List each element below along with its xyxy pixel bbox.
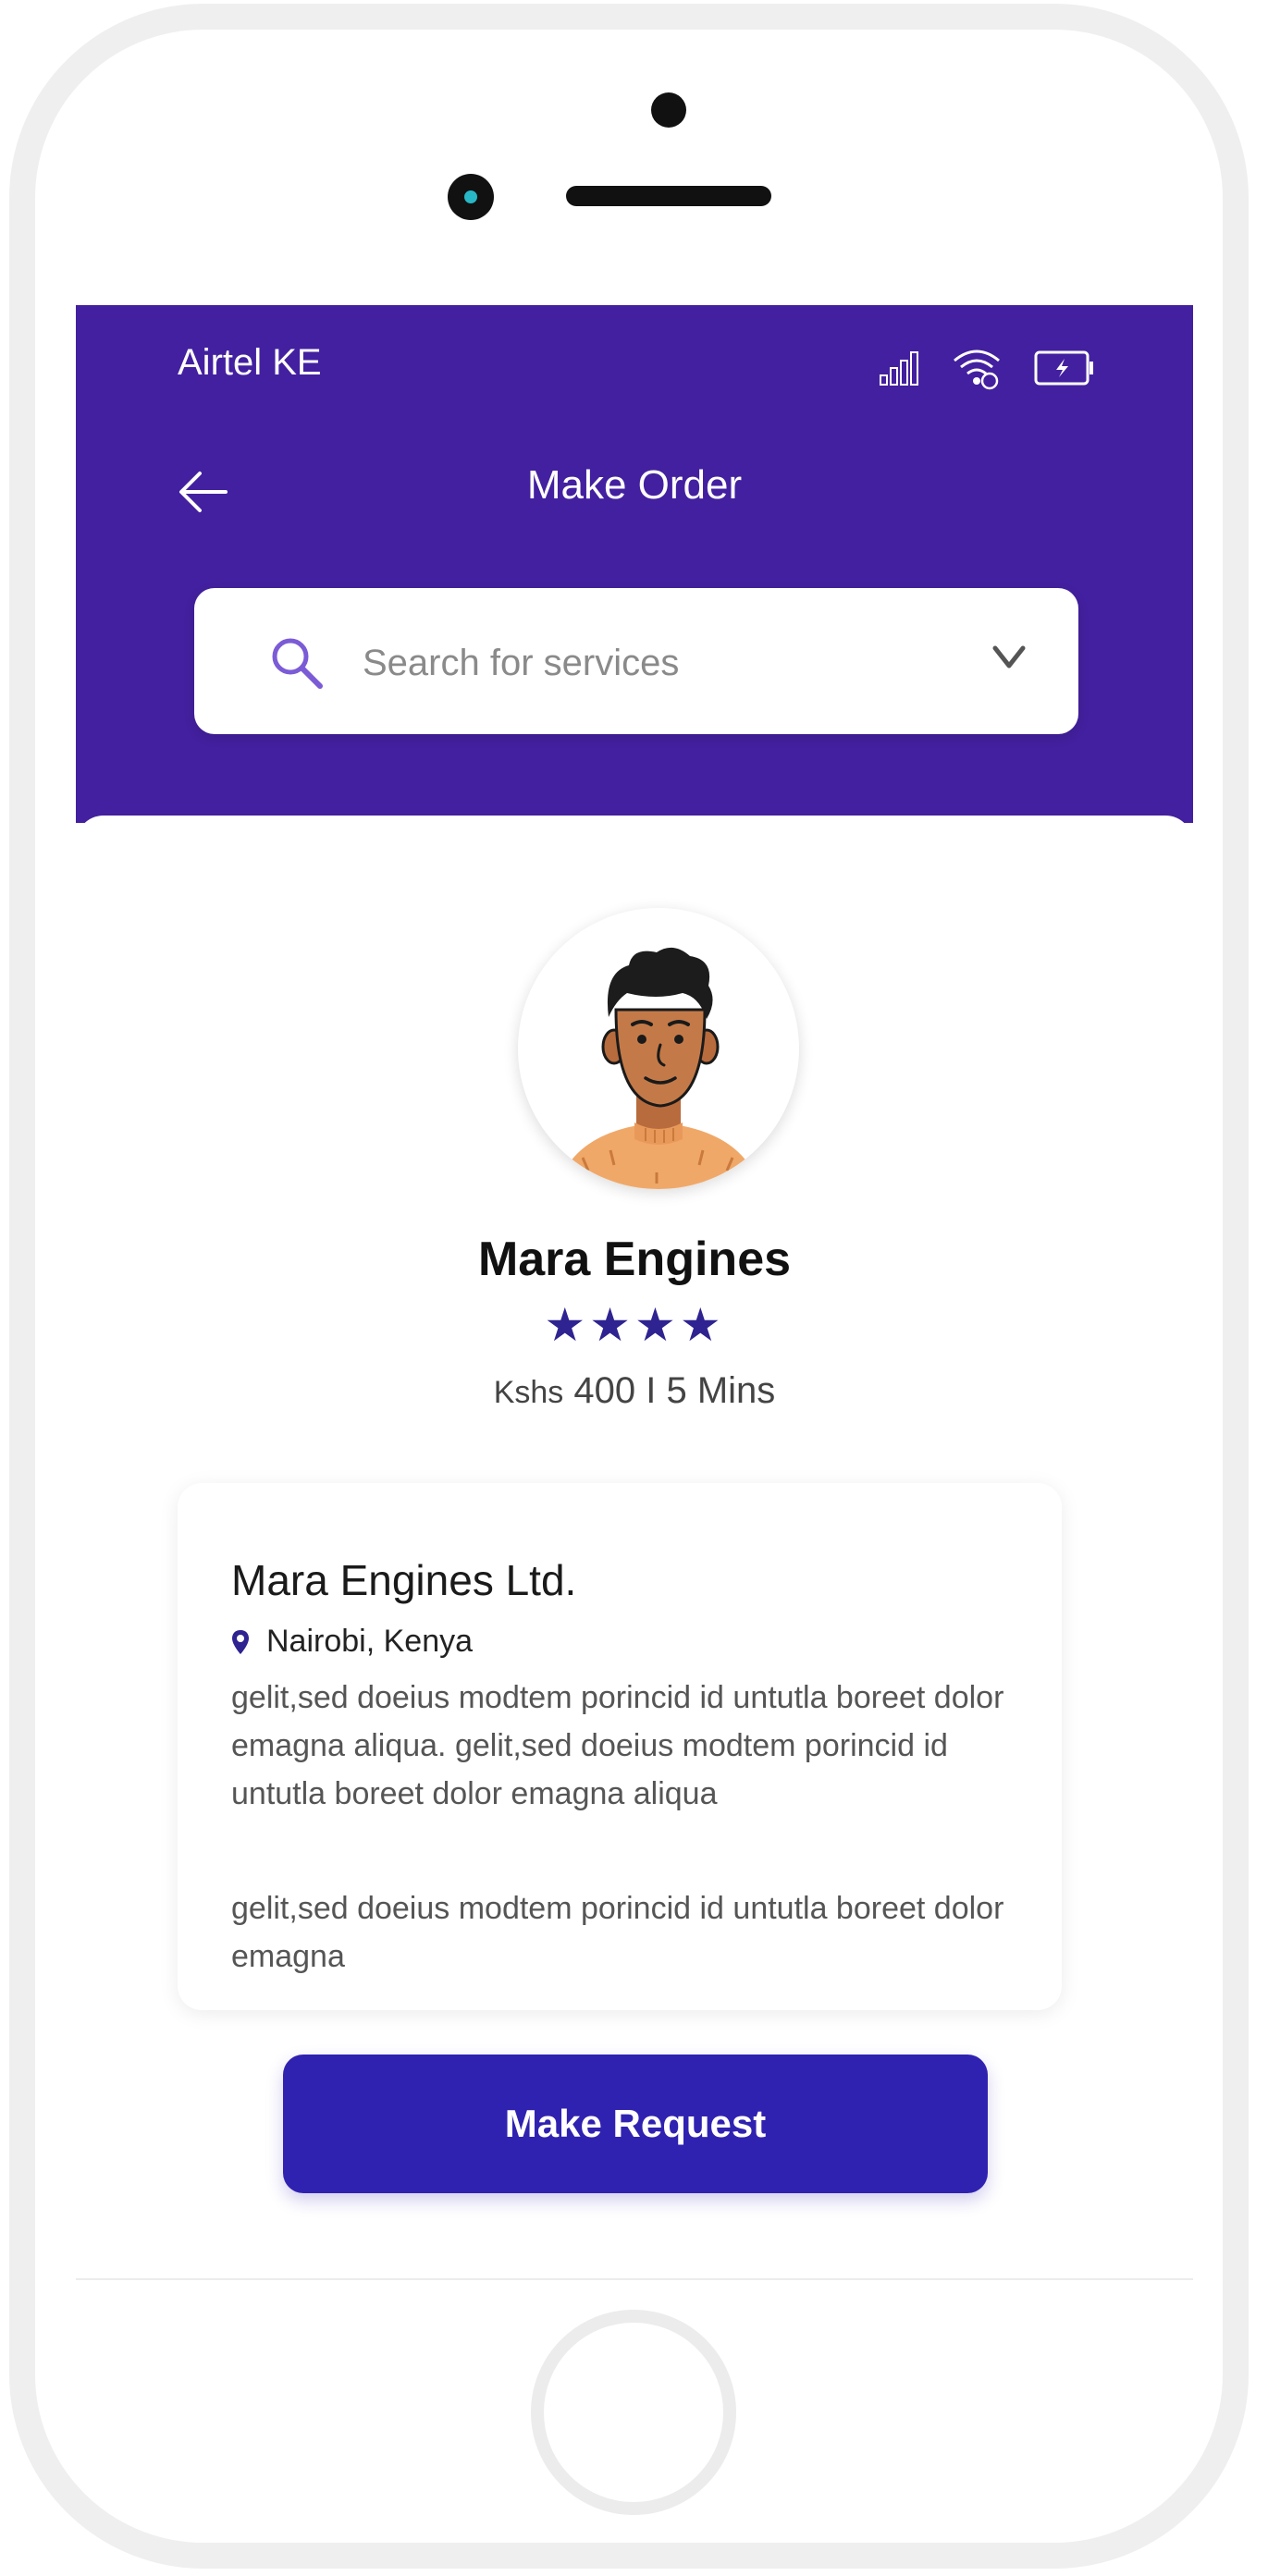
proximity-sensor	[651, 92, 686, 128]
search-input[interactable]	[361, 625, 993, 701]
chevron-down-icon[interactable]	[991, 644, 1027, 671]
provider-panel: Mara Engines ★★★★ Kshs 400 I 5 Mins Mara…	[76, 816, 1193, 2278]
rating-stars: ★★★★	[544, 1299, 725, 1351]
description: gelit,sed doeius modtem porincid id untu…	[231, 1680, 1004, 1811]
search-icon	[272, 638, 323, 689]
price-unit: Kshs	[493, 1375, 564, 1410]
location-text: Nairobi, Kenya	[266, 1624, 474, 1659]
description-secondary: gelit,sed doeius modtem porincid id untu…	[231, 1891, 1004, 1974]
make-request-button[interactable]: Make Request	[283, 2055, 988, 2193]
price-details: 400 I 5 Mins	[573, 1370, 776, 1411]
provider-details-card: Mara Engines Ltd. Nairobi, Kenya gelit,s…	[178, 1483, 1062, 2010]
location-row: Nairobi, Kenya	[231, 1624, 473, 1660]
person-avatar-illustration	[557, 947, 760, 1189]
carrier-label: Airtel KE	[178, 342, 322, 383]
page-title: Make Order	[526, 462, 743, 508]
search-bar[interactable]	[194, 588, 1078, 734]
avatar	[518, 908, 799, 1189]
battery-icon	[1034, 350, 1093, 386]
company-name: Mara Engines Ltd.	[231, 1556, 577, 1604]
signal-icon	[880, 351, 918, 386]
price-and-time: Kshs 400 I 5 Mins	[76, 1370, 1193, 1412]
provider-name: Mara Engines	[477, 1233, 792, 1286]
home-button[interactable]	[531, 2310, 736, 2515]
header: Airtel KE Make Order Search for services	[76, 305, 1193, 823]
front-camera	[448, 174, 494, 220]
location-pin-icon	[232, 1629, 249, 1654]
earpiece-speaker	[566, 186, 771, 206]
status-icons	[879, 346, 1095, 390]
app-screen: Airtel KE Make Order Search for services…	[76, 305, 1193, 2280]
wifi-icon	[954, 350, 1000, 390]
